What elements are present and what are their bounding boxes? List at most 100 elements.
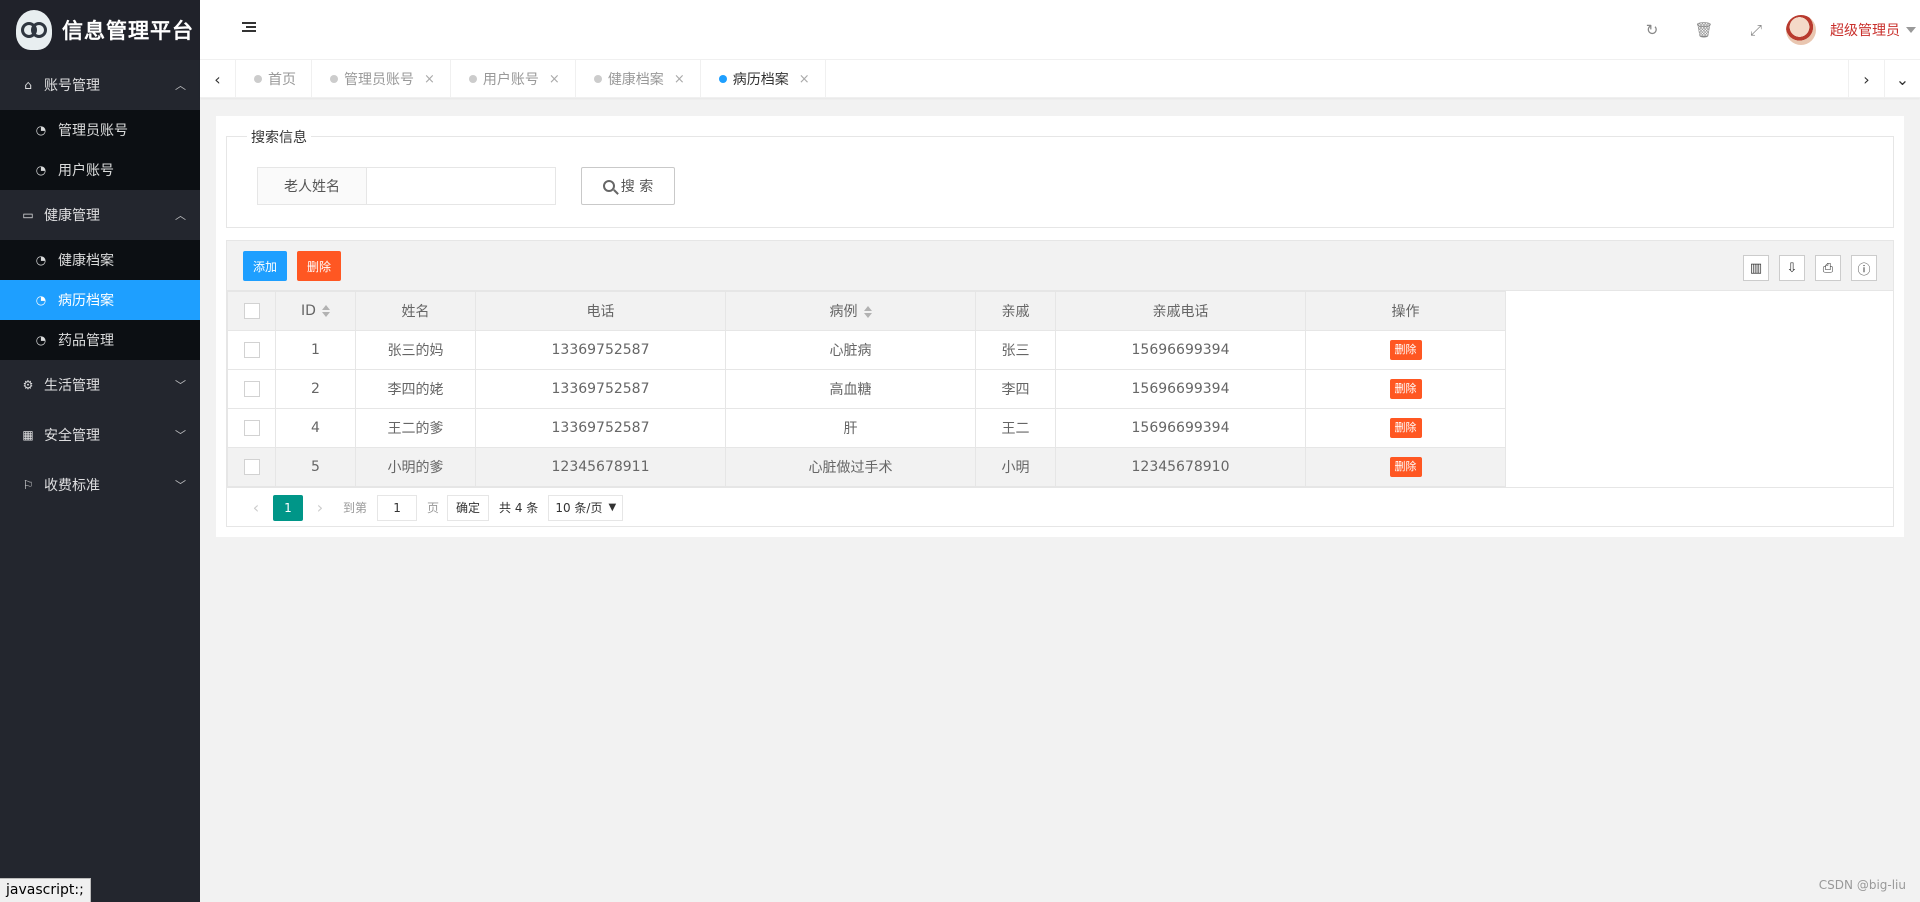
close-icon[interactable]: × (549, 72, 560, 87)
cell-action: 删除 (1305, 447, 1506, 487)
logo: 信息管理平台 (0, 0, 200, 60)
tab-user-account[interactable]: 用户账号 × (451, 60, 576, 98)
chevron-down-icon: ▼ (608, 502, 617, 513)
cell-relative-phone: 12345678910 (1055, 447, 1306, 487)
tab-health-records[interactable]: 健康档案 × (576, 60, 701, 98)
menu-title-life[interactable]: ⚙ 生活管理 ﹀ (0, 360, 200, 410)
row-checkbox[interactable] (243, 420, 260, 436)
tab-label: 首页 (268, 72, 296, 88)
chevron-down-icon: ﹀ (175, 379, 186, 392)
tab-label: 病历档案 (732, 72, 789, 88)
app-title: 信息管理平台 (62, 19, 194, 43)
tab-admin-account[interactable]: 管理员账号 × (312, 60, 451, 98)
next-page-icon[interactable]: › (305, 498, 335, 517)
table-row: 2 李四的姥 13369752587 高血糖 李四 15696699394 删除 (227, 369, 1506, 409)
tab-label: 管理员账号 (344, 72, 414, 88)
sidebar-item-label: 用户账号 (58, 163, 114, 179)
close-icon[interactable]: × (674, 72, 685, 87)
columns-filter-icon[interactable]: ▥ (1743, 255, 1769, 281)
goto-confirm-button[interactable]: 确定 (447, 494, 490, 521)
prev-page-icon[interactable]: ‹ (241, 498, 271, 517)
cell-id: 5 (275, 447, 356, 487)
cell-id: 1 (275, 330, 356, 370)
sidebar-item-label: 管理员账号 (58, 123, 128, 139)
elder-name-input[interactable] (366, 167, 556, 205)
row-checkbox[interactable] (243, 459, 260, 475)
batch-delete-button[interactable]: 删除 (297, 251, 342, 281)
page-size-select[interactable]: 10 条/页 ▼ (548, 494, 624, 521)
chevron-up-icon: ︿ (175, 79, 186, 92)
cell-relative-phone: 15696699394 (1055, 408, 1306, 448)
tab-home[interactable]: 首页 (236, 60, 312, 98)
tab-menu-chevron-down-icon[interactable]: ⌄ (1884, 60, 1920, 98)
tab-medical-records[interactable]: 病历档案 × (701, 60, 826, 98)
close-icon[interactable]: × (799, 72, 810, 87)
menu-title-fees[interactable]: ⚐ 收费标准 ﹀ (0, 460, 200, 510)
menu-title-account[interactable]: ⌂ 账号管理 ︿ (0, 60, 200, 110)
trash-icon[interactable]: 🗑 (1678, 21, 1730, 39)
sidebar-item-label: 药品管理 (58, 333, 114, 349)
logo-icon (16, 10, 52, 50)
menu-title-label: 账号管理 (44, 78, 100, 94)
user-menu[interactable]: 超级管理员 (1830, 20, 1900, 40)
sort-icon[interactable] (863, 306, 872, 318)
menu-title-safety[interactable]: ▦ 安全管理 ﹀ (0, 410, 200, 460)
col-action: 操作 (1305, 291, 1506, 331)
row-checkbox[interactable] (243, 342, 260, 358)
menu-title-health[interactable]: ▭ 健康管理 ︿ (0, 190, 200, 240)
goto-page-input[interactable]: 1 (377, 494, 418, 521)
row-delete-button[interactable]: 删除 (1389, 457, 1422, 477)
records-table: ID 姓名 电话 病例 亲戚 亲戚电话 操作 1 张三的妈 1336975258… (227, 291, 1506, 487)
sidebar-item-medical-records[interactable]: ◔ 病历档案 (0, 280, 200, 320)
export-icon[interactable]: ⇩ (1779, 255, 1805, 281)
sort-icon[interactable] (321, 305, 330, 317)
add-button[interactable]: 添加 (243, 251, 288, 281)
col-phone: 电话 (475, 291, 726, 331)
menu-toggle-icon[interactable] (242, 22, 256, 34)
submenu-account: ◔ 管理员账号 ◔ 用户账号 (0, 110, 200, 190)
row-delete-button[interactable]: 删除 (1389, 418, 1422, 438)
sidebar-item-health-records[interactable]: ◔ 健康档案 (0, 240, 200, 280)
tab-label: 健康档案 (607, 72, 664, 88)
search-button[interactable]: 搜 索 (581, 167, 675, 205)
select-all-checkbox[interactable] (243, 303, 260, 319)
cell-name: 张三的妈 (355, 330, 476, 370)
tab-scroll-left-icon[interactable]: ‹ (200, 60, 236, 98)
menu-group-health: ▭ 健康管理 ︿ ◔ 健康档案 ◔ 病历档案 ◔ 药品管理 (0, 190, 200, 360)
cell-relative: 王二 (975, 408, 1056, 448)
page-1-button[interactable]: 1 (273, 494, 303, 521)
row-delete-button[interactable]: 删除 (1389, 340, 1422, 360)
sidebar-item-user-account[interactable]: ◔ 用户账号 (0, 150, 200, 190)
cell-case: 心脏病 (725, 330, 976, 370)
cell-name: 王二的爹 (355, 408, 476, 448)
row-checkbox[interactable] (243, 381, 260, 397)
close-icon[interactable]: × (424, 72, 435, 87)
refresh-icon[interactable]: ↻ (1626, 21, 1678, 39)
col-case[interactable]: 病例 (725, 291, 976, 331)
caret-down-icon[interactable] (1906, 27, 1916, 33)
avatar[interactable] (1786, 15, 1816, 45)
tab-scroll-right-icon[interactable]: › (1848, 60, 1884, 98)
sidebar-item-medicine[interactable]: ◔ 药品管理 (0, 320, 200, 360)
tab-dot (468, 75, 477, 83)
cell-case: 心脏做过手术 (725, 447, 976, 487)
cell-relative-phone: 15696699394 (1055, 369, 1306, 409)
row-delete-button[interactable]: 删除 (1389, 379, 1422, 399)
cell-phone: 12345678911 (475, 447, 726, 487)
menu-group-account: ⌂ 账号管理 ︿ ◔ 管理员账号 ◔ 用户账号 (0, 60, 200, 190)
tab-dot (593, 75, 602, 83)
col-id[interactable]: ID (275, 291, 356, 331)
print-icon[interactable]: ⎙ (1815, 255, 1841, 281)
submenu-health: ◔ 健康档案 ◔ 病历档案 ◔ 药品管理 (0, 240, 200, 360)
cell-relative: 小明 (975, 447, 1056, 487)
row-select-cell (227, 408, 276, 448)
fullscreen-icon[interactable]: ⤢ (1730, 21, 1782, 39)
chevron-up-icon: ︿ (175, 209, 186, 222)
cell-phone: 13369752587 (475, 369, 726, 409)
chevron-down-icon: ﹀ (175, 429, 186, 442)
home-icon: ⌂ (24, 78, 32, 92)
info-icon[interactable]: ⓘ (1851, 255, 1877, 281)
search-button-label: 搜 索 (620, 179, 654, 195)
menu-group-fees: ⚐ 收费标准 ﹀ (0, 460, 200, 510)
sidebar-item-admin-account[interactable]: ◔ 管理员账号 (0, 110, 200, 150)
